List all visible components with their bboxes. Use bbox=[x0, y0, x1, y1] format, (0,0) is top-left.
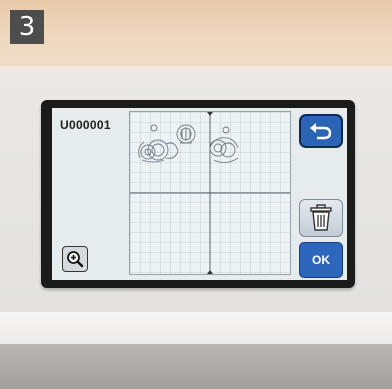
zoom-button[interactable] bbox=[62, 246, 88, 272]
machine-lower-panel bbox=[0, 312, 392, 344]
back-button[interactable] bbox=[299, 114, 343, 148]
trash-can-icon bbox=[310, 204, 332, 231]
zoom-in-icon bbox=[67, 251, 84, 268]
ok-button[interactable]: OK bbox=[299, 242, 343, 278]
machine-base bbox=[0, 344, 392, 389]
wooden-backdrop bbox=[0, 0, 392, 70]
cutting-mat-preview[interactable] bbox=[129, 111, 291, 275]
return-arrow-icon bbox=[310, 123, 332, 140]
step-number-badge: 3 bbox=[10, 10, 44, 44]
touch-screen: U000001 OK bbox=[52, 108, 347, 280]
file-name-label: U000001 bbox=[60, 118, 111, 132]
photo-scene: 3 U000001 OK bbox=[0, 0, 392, 389]
mat-grid bbox=[130, 112, 290, 274]
delete-button[interactable] bbox=[299, 199, 343, 237]
